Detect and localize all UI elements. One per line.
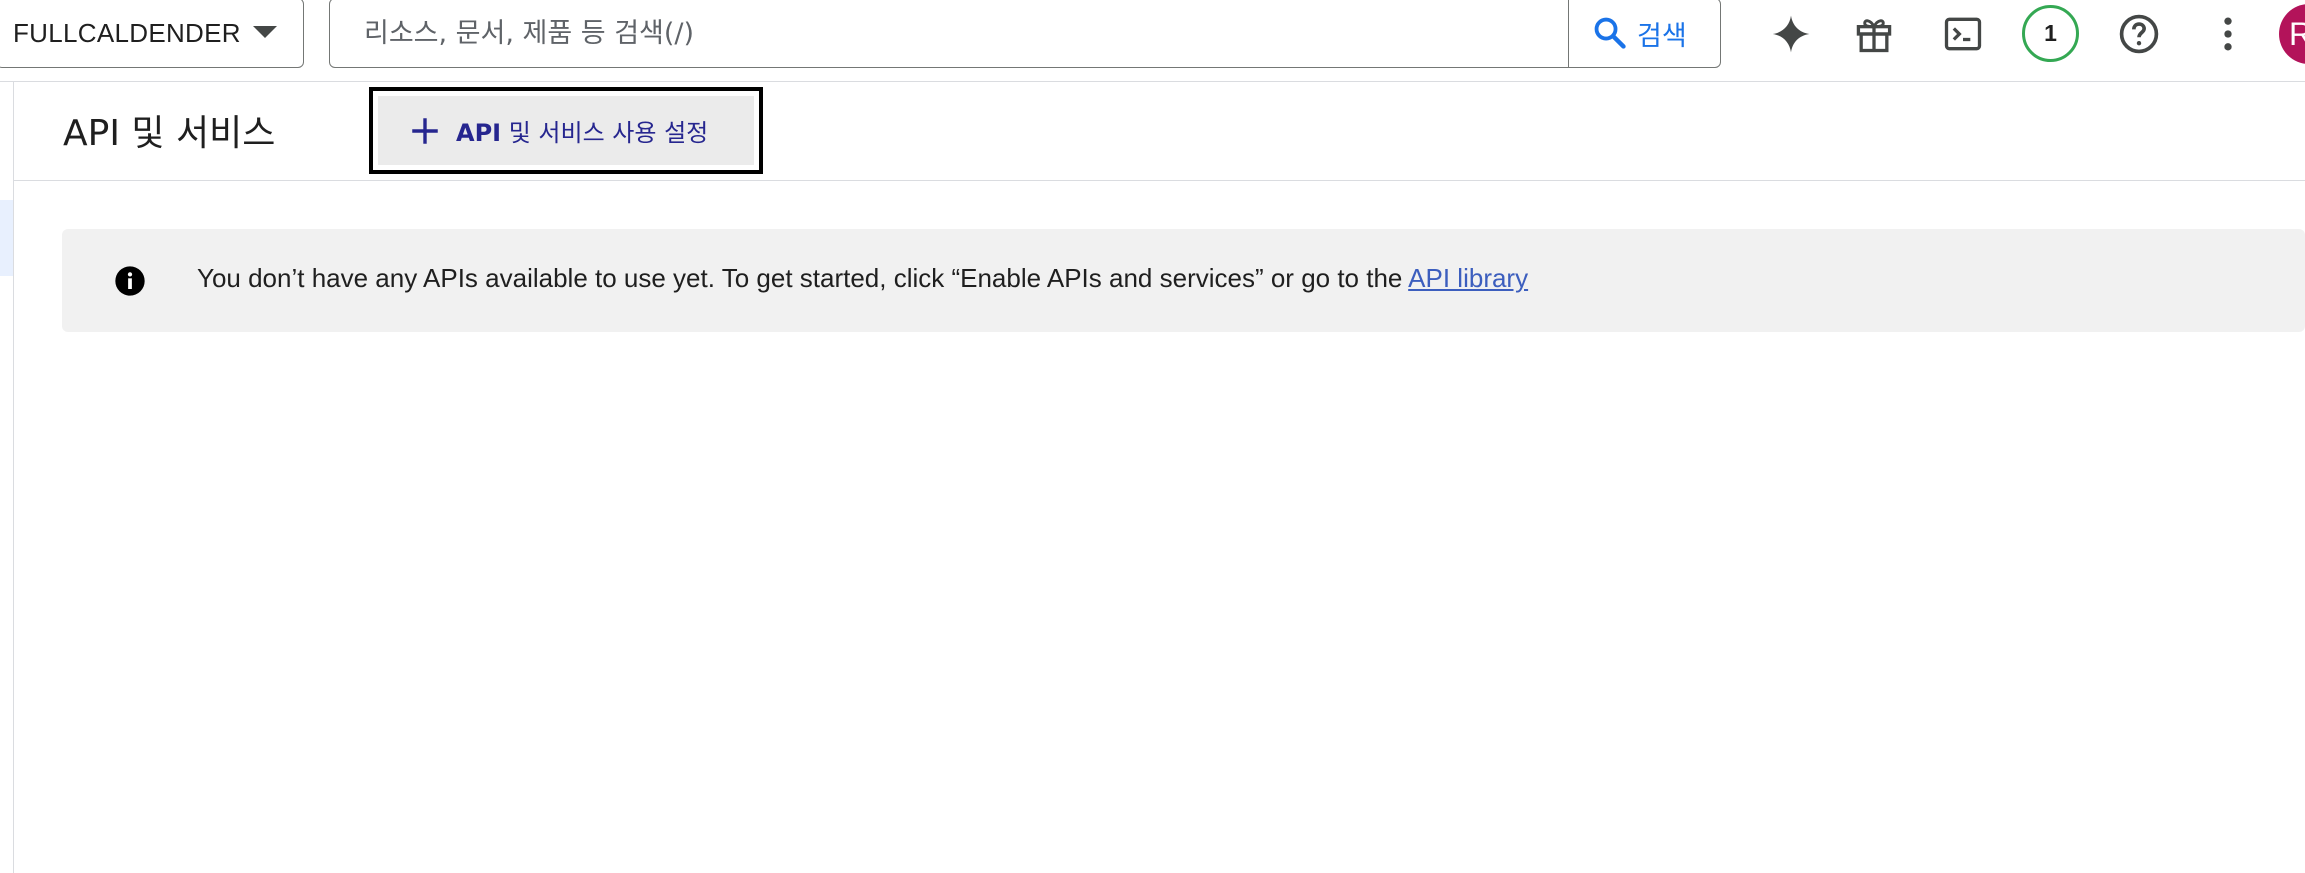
enable-apis-button[interactable]: API 및 서비스 사용 설정 xyxy=(369,87,763,174)
more-options-button[interactable] xyxy=(2200,6,2256,62)
gemini-button[interactable] xyxy=(1763,6,1819,62)
project-name: FULLCALDENDER xyxy=(13,17,241,48)
search-button[interactable]: 검색 xyxy=(1569,0,1720,67)
page-header: API 및 서비스 API 및 서비스 사용 설정 xyxy=(14,82,2305,181)
enable-apis-label-rest: 및 서비스 사용 설정 xyxy=(501,119,709,147)
terminal-icon xyxy=(1944,17,1982,51)
page-title: API 및 서비스 xyxy=(63,113,276,154)
search-input[interactable] xyxy=(330,0,1568,67)
project-picker[interactable]: FULLCALDENDER xyxy=(0,0,304,68)
search-icon xyxy=(1594,17,1626,49)
free-trial-button[interactable] xyxy=(1846,6,1902,62)
plus-icon xyxy=(412,117,438,144)
notifications-badge[interactable]: 1 xyxy=(2022,5,2079,62)
info-banner-text: You don’t have any APIs available to use… xyxy=(197,263,1409,293)
gift-icon xyxy=(1856,19,1892,53)
nav-active-indicator[interactable] xyxy=(0,200,13,276)
help-button[interactable] xyxy=(2111,6,2167,62)
sparkle-icon xyxy=(1772,15,1810,53)
more-vert-icon xyxy=(2224,17,2232,51)
api-library-link[interactable]: API library xyxy=(1408,263,1528,293)
search-bar: 검색 xyxy=(329,0,1721,68)
dropdown-caret-icon xyxy=(253,26,277,38)
enable-apis-label-api: API xyxy=(456,119,502,147)
left-nav-rail xyxy=(0,82,14,873)
info-banner: You don’t have any APIs available to use… xyxy=(62,229,2305,332)
enable-apis-button-body: API 및 서비스 사용 설정 xyxy=(378,96,754,165)
enable-apis-button-label: API 및 서비스 사용 설정 xyxy=(456,113,708,148)
account-avatar[interactable]: R xyxy=(2279,4,2305,64)
info-banner-message: You don’t have any APIs available to use… xyxy=(197,263,1528,294)
info-icon xyxy=(115,266,145,296)
help-icon xyxy=(2119,14,2159,54)
search-button-label: 검색 xyxy=(1637,20,1687,52)
cloud-shell-button[interactable] xyxy=(1935,6,1991,62)
top-bar: FULLCALDENDER 검색 xyxy=(0,0,2305,82)
